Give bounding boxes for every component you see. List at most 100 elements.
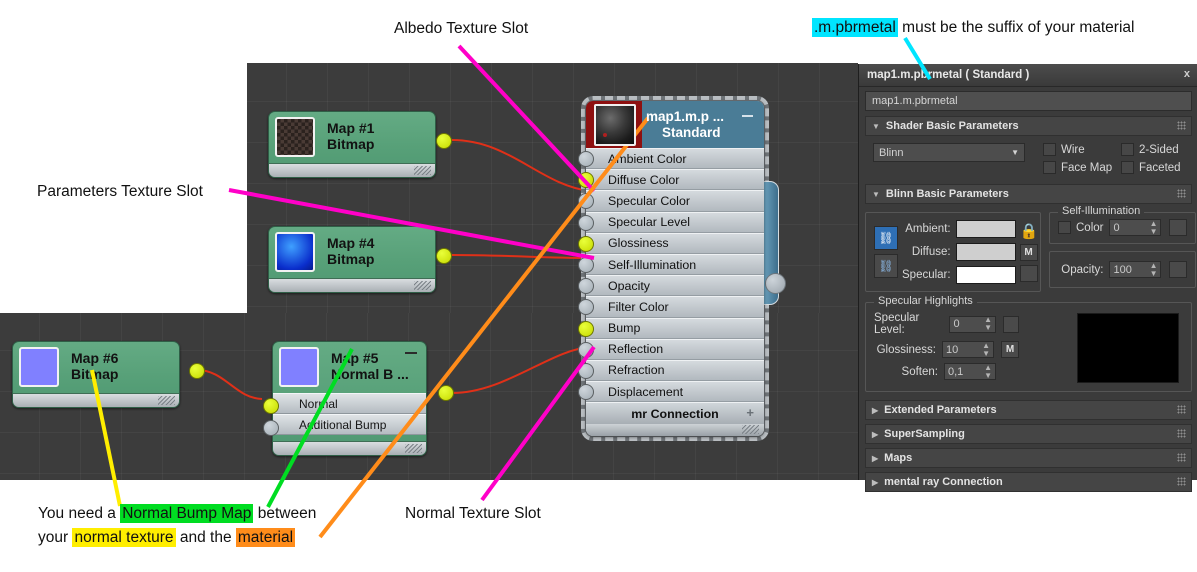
node-map5-output-port[interactable] (438, 385, 454, 401)
checkbox-wire[interactable]: Wire (1043, 143, 1121, 156)
checkbox-icon[interactable] (1121, 161, 1134, 174)
rollup-shader-basic-parameters[interactable]: ▼ Shader Basic Parameters (865, 116, 1192, 136)
drag-dots-icon[interactable] (1177, 405, 1186, 414)
resize-grip-icon[interactable] (742, 425, 759, 435)
node-material-output-port[interactable] (765, 273, 786, 294)
material-slot-bump[interactable]: Bump (586, 317, 764, 339)
node-map5-input-port-normal[interactable] (263, 398, 279, 414)
checkbox-icon[interactable] (1043, 161, 1056, 174)
node-map4[interactable]: Map #4 Bitmap (268, 226, 452, 293)
node-map6[interactable]: Map #6 Bitmap (12, 341, 205, 408)
lock-ambient-diffuse-icon[interactable]: ⛓ (874, 226, 898, 250)
checkbox-2-sided[interactable]: 2-Sided (1121, 143, 1179, 156)
material-port-specular-level[interactable] (578, 214, 594, 231)
material-slot-displacement[interactable]: Displacement (586, 381, 764, 403)
material-port-bump[interactable] (578, 320, 594, 337)
diffuse-color-swatch[interactable] (955, 243, 1016, 261)
drag-dots-icon[interactable] (1177, 121, 1186, 130)
material-slot-label: Glossiness (608, 236, 669, 251)
material-slot-filter-color[interactable]: Filter Color (586, 296, 764, 318)
material-port-self-illumination[interactable] (578, 257, 594, 273)
lock-icon[interactable]: 🔒 (1020, 220, 1039, 242)
diffuse-map-button[interactable]: M (1019, 244, 1038, 261)
node-map5[interactable]: Map #5 Normal B ... Normal Additional Bu… (263, 341, 454, 456)
resize-grip-icon[interactable] (405, 444, 422, 453)
node-map5-collapse-icon[interactable] (405, 352, 417, 354)
drag-dots-icon[interactable] (1177, 453, 1186, 462)
material-name-field[interactable]: map1.m.pbrmetal (865, 91, 1192, 111)
material-slot-reflection[interactable]: Reflection (586, 338, 764, 360)
resize-grip-icon[interactable] (414, 281, 431, 290)
self-illum-spinner[interactable]: 0 ▲ ▼ (1109, 219, 1162, 236)
node-map1-output-port[interactable] (436, 133, 452, 149)
node-map5-slot-additional-bump[interactable]: Additional Bump (273, 414, 426, 435)
checkbox-icon[interactable] (1058, 221, 1071, 234)
spinner-arrows-icon[interactable]: ▲ ▼ (982, 341, 990, 358)
checkbox-icon[interactable] (1043, 143, 1056, 156)
node-map5-slot-normal[interactable]: Normal (273, 393, 426, 414)
node-map1[interactable]: Map #1 Bitmap (268, 111, 452, 178)
material-slot-refraction[interactable]: Refraction (586, 359, 764, 382)
opacity-map-button[interactable] (1169, 261, 1188, 278)
material-slot-specular-level[interactable]: Specular Level (586, 211, 764, 233)
drag-dots-icon[interactable] (1177, 477, 1186, 486)
opacity-spinner[interactable]: 100 ▲ ▼ (1109, 261, 1162, 278)
node-map4-output-port[interactable] (436, 248, 452, 264)
material-slot-label: Ambient Color (608, 151, 687, 166)
spinner-arrows-icon[interactable]: ▲ ▼ (984, 316, 992, 332)
node-map6-output-port[interactable] (189, 363, 205, 379)
material-slot-opacity[interactable]: Opacity (586, 275, 764, 297)
rollup-extended-parameters[interactable]: ▶ Extended Parameters (865, 400, 1192, 420)
specular-level-spinner[interactable]: 0 ▲ ▼ (949, 315, 996, 333)
chevron-down-icon: ▼ (872, 121, 880, 131)
rollup-supersampling[interactable]: ▶ SuperSampling (865, 424, 1192, 444)
node-material-header[interactable]: map1.m.p ... Standard (586, 101, 764, 148)
rollup-mental-ray-connection[interactable]: ▶ mental ray Connection (865, 472, 1192, 492)
material-port-refraction[interactable] (578, 363, 594, 379)
expand-plus-icon[interactable]: + (746, 406, 754, 419)
ambient-color-swatch[interactable] (955, 220, 1016, 238)
material-slot-glossiness[interactable]: Glossiness (586, 232, 764, 254)
resize-grip-icon[interactable] (158, 396, 175, 405)
rollup-blinn-basic-parameters[interactable]: ▼ Blinn Basic Parameters (865, 184, 1192, 204)
drag-dots-icon[interactable] (1177, 429, 1186, 438)
self-illum-value: 0 (1113, 221, 1120, 234)
annotation-bottom-line1: You need a Normal Bump Map between (38, 504, 316, 523)
soften-spinner[interactable]: 0,1 ▲ ▼ (944, 363, 996, 380)
checkbox-icon[interactable] (1121, 143, 1134, 156)
material-slot-ambient-color[interactable]: Ambient Color (586, 148, 764, 170)
diffuse-label: Diffuse: (911, 246, 951, 258)
node-map5-input-port-additional-bump[interactable] (263, 420, 279, 436)
specular-color-swatch[interactable] (955, 266, 1016, 284)
node-material-footer (586, 424, 764, 437)
spinner-arrows-icon[interactable]: ▲ ▼ (1150, 261, 1158, 278)
node-material-collapse-icon[interactable] (742, 115, 753, 117)
specular-map-button[interactable] (1019, 265, 1038, 282)
checkbox-faceted[interactable]: Faceted (1121, 161, 1181, 174)
glossiness-spinner[interactable]: 10 ▲ ▼ (942, 341, 994, 358)
material-editor-panel[interactable]: map1.m.pbrmetal ( Standard ) x map1.m.pb… (858, 64, 1197, 492)
material-slot-specular-color[interactable]: Specular Color (586, 190, 764, 212)
rollup-maps[interactable]: ▶ Maps (865, 448, 1192, 468)
specular-level-map-button[interactable] (1002, 315, 1019, 333)
node-material[interactable]: map1.m.p ... Standard Ambient Color Diffu… (578, 96, 786, 442)
node-map5-footer (273, 441, 426, 455)
material-port-glossiness[interactable] (578, 235, 594, 252)
node-material-mr-connection-row[interactable]: mr Connection + (586, 402, 764, 425)
material-port-reflection[interactable] (578, 341, 594, 358)
checkbox-2-sided-label: 2-Sided (1139, 143, 1179, 156)
material-slot-diffuse-color[interactable]: Diffuse Color (586, 169, 764, 191)
spinner-arrows-icon[interactable]: ▲ ▼ (1150, 219, 1158, 236)
self-illum-map-button[interactable] (1169, 219, 1188, 236)
shader-type-dropdown[interactable]: Blinn ▼ (873, 143, 1025, 162)
spinner-arrows-icon[interactable]: ▲ ▼ (984, 363, 992, 380)
checkbox-face-map[interactable]: Face Map (1043, 161, 1121, 174)
lock-diffuse-specular-icon[interactable]: ⛓ (874, 254, 898, 278)
node-map4-title: Map #4 (327, 235, 375, 252)
close-icon[interactable]: x (1184, 68, 1190, 80)
drag-dots-icon[interactable] (1177, 189, 1186, 198)
resize-grip-icon[interactable] (414, 166, 431, 175)
glossiness-map-button[interactable]: M (1001, 341, 1019, 358)
material-slot-self-illumination[interactable]: Self-Illumination (586, 253, 764, 276)
material-port-ambient-color[interactable] (578, 151, 594, 167)
